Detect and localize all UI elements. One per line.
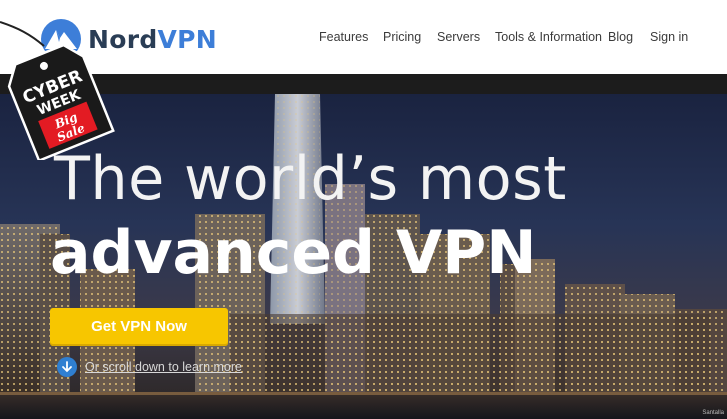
nav-item-blog[interactable]: Blog	[608, 30, 633, 44]
cyber-week-sale-tag[interactable]: CYBER WEEK Big Sale	[0, 10, 120, 160]
arrow-down-circle-icon	[57, 357, 77, 377]
nav-item-sign-in[interactable]: Sign in	[650, 30, 688, 44]
nav-item-features[interactable]: Features	[319, 30, 368, 44]
scroll-down-link[interactable]: Or scroll down to learn more	[57, 357, 242, 377]
nav-item-servers[interactable]: Servers	[437, 30, 480, 44]
scroll-down-label: Or scroll down to learn more	[85, 360, 243, 374]
hero-headline-line1: The world’s most	[54, 144, 567, 214]
photo-credit: Santalla	[702, 410, 724, 416]
hero-headline-line2: advanced VPN	[50, 218, 537, 288]
nav-item-pricing[interactable]: Pricing	[383, 30, 421, 44]
get-vpn-now-button[interactable]: Get VPN Now	[50, 308, 228, 346]
nav-item-tools-information[interactable]: Tools & Information	[495, 30, 602, 44]
